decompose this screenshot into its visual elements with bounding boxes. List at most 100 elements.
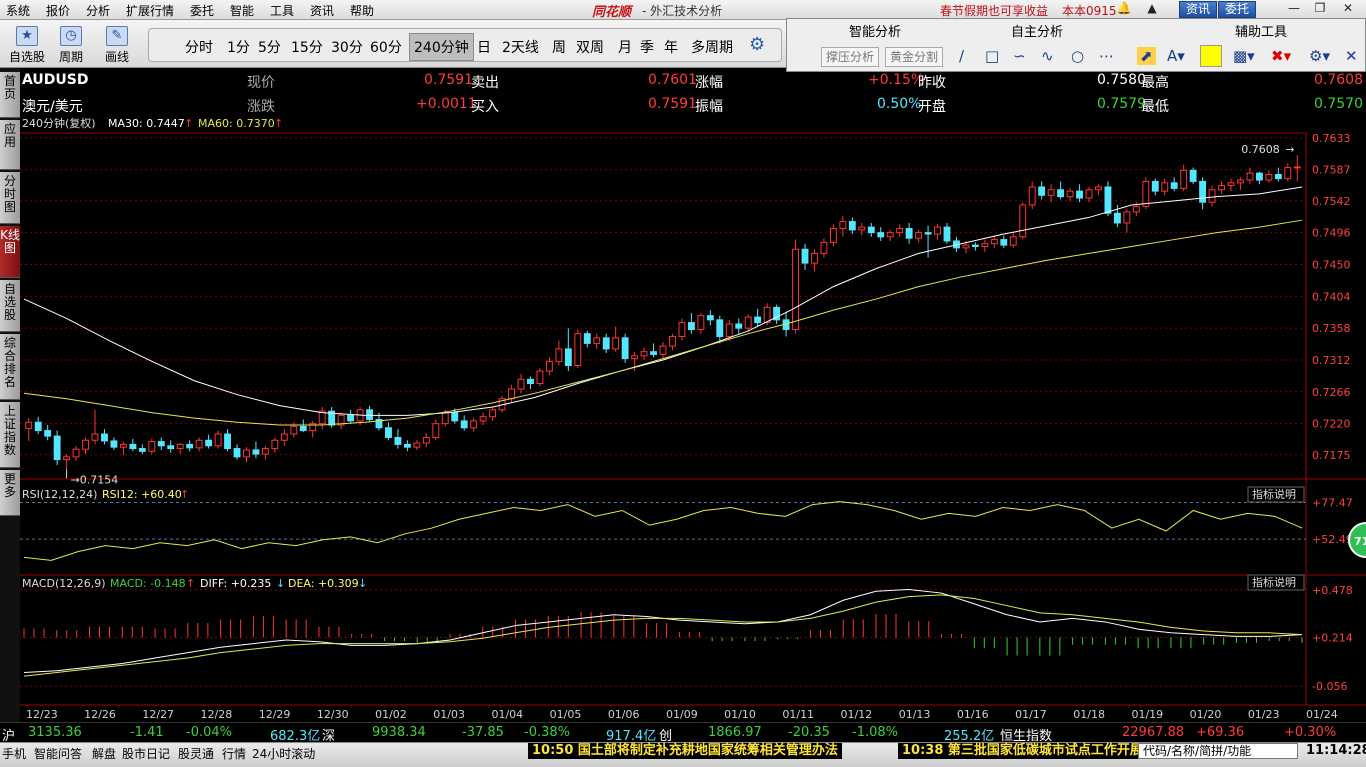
analysis-link[interactable]: 解盘 [92,745,116,762]
quote-header: AUDUSD 澳元/美元 现价 0.7591 卖出 0.7601 涨幅 +0.1… [20,72,1366,118]
analysis-panel: 智能分析 自主分析 辅助工具 撑压分析 黄金分割 ∕ □ ∽ ∿ ○ ⋯ ⬈ A… [786,18,1366,72]
settings-gear-icon[interactable]: ⚙ [749,34,765,55]
period-240m[interactable]: 240分钟 [409,33,474,61]
period-2day[interactable]: 2天线 [502,37,539,57]
candle-body [687,322,695,331]
more-tools-icon[interactable]: ⋯ [1099,47,1114,65]
menu-news[interactable]: 资讯 [310,2,334,19]
golden-section-button[interactable]: 黄金分割 [885,47,944,67]
value-sell: 0.7601 [648,72,697,88]
candle-body [53,435,61,461]
menu-trade[interactable]: 委托 [190,2,214,19]
candle-body [1218,185,1225,191]
candle-body [1019,204,1027,238]
macd-title: MACD(12,26,9) [22,577,106,590]
tab-timeshare[interactable]: 分时图 [0,172,20,224]
draw-button[interactable]: ✎ 画线 [96,23,138,65]
restore-icon[interactable]: ❐ [1310,1,1330,18]
bell-icon[interactable]: 🔔 [1114,1,1134,18]
menu-extended[interactable]: 扩展行情 [126,2,174,19]
price-tick-label: 0.7450 [1312,258,1351,271]
delete-icon[interactable]: ✖▾ [1271,47,1291,65]
date-tick-label: 01/13 [899,708,931,721]
period-5m[interactable]: 5分 [258,37,281,57]
candle-body [792,248,799,331]
period-year[interactable]: 年 [664,37,678,57]
pressure-analysis-button[interactable]: 撑压分析 [821,47,880,67]
menu-quote[interactable]: 报价 [46,2,70,19]
tab-home[interactable]: 首页 [0,72,20,118]
promo-link[interactable]: 春节假期也可享收益 [940,2,1048,19]
candle-body [858,226,866,231]
news-button[interactable]: 资讯 [1179,1,1218,18]
kline-chart-area[interactable]: 0.7608 → →0.7154 0.7633 0.7587 0.7542 0.7496 0… [20,117,1366,722]
candle-body [176,443,184,450]
smart-qa-link[interactable]: 智能问答 [34,745,82,762]
ellipse-tool-icon[interactable]: ○ [1071,47,1084,65]
code-search-input[interactable]: 代码/名称/简拼/功能 [1138,743,1298,759]
tab-watchlist[interactable]: 自选股 [0,280,20,332]
menu-bar: 系统 报价 分析 扩展行情 委托 智能 工具 资讯 帮助 同花顺 - 外汇技术分… [0,0,1366,20]
candle-body [811,252,818,264]
menu-smart[interactable]: 智能 [230,2,254,19]
tab-more[interactable]: 更多 [0,470,20,516]
candle-body [536,370,544,385]
quote-link[interactable]: 行情 [222,745,246,762]
period-15m[interactable]: 15分 [291,37,323,57]
tab-kline[interactable]: K线图 [0,226,20,278]
watchlist-button[interactable]: ★ 自选股 [6,23,48,65]
menu-analysis[interactable]: 分析 [86,2,110,19]
tool-settings-icon[interactable]: ⚙▾ [1309,47,1330,65]
period-button[interactable]: ◷ 周期 [50,23,92,65]
close-icon[interactable]: ✕ [1338,1,1358,18]
period-1m[interactable]: 1分 [227,37,250,57]
side-tabs: 首页 应用 分时图 K线图 自选股 综合排名 上证指数 更多 [0,68,20,723]
period-30m[interactable]: 30分 [331,37,363,57]
shirt-icon[interactable]: ▲ [1142,1,1162,18]
tab-apps[interactable]: 应用 [0,120,20,170]
date-tick-label: 01/04 [491,708,523,721]
line-tool-icon[interactable]: ∕ [959,47,964,65]
date-tick-label: 01/19 [1131,708,1163,721]
wave-tool-icon[interactable]: ∿ [1041,47,1054,65]
candle-body [517,378,525,390]
date-tick-label: 12/29 [259,708,291,721]
gulingtong-link[interactable]: 股灵通 [178,745,214,762]
diary-link[interactable]: 股市日记 [122,745,170,762]
tab-sh-index[interactable]: 上证指数 [0,402,20,468]
candle-body [101,433,108,442]
mobile-link[interactable]: 手机 [2,745,26,762]
tab-ranking[interactable]: 综合排名 [0,334,20,400]
period-day[interactable]: 日 [477,37,491,57]
rolling-news-link[interactable]: 24小时滚动 [252,745,315,762]
period-week[interactable]: 周 [552,37,566,57]
menu-help[interactable]: 帮助 [350,2,374,19]
period-2week[interactable]: 双周 [576,37,604,57]
rect-tool-icon[interactable]: □ [985,47,999,65]
eraser-icon[interactable]: ▩▾ [1233,47,1255,65]
period-tick[interactable]: 分时 [185,37,213,57]
candle-body [1180,169,1188,189]
color-picker[interactable] [1200,45,1222,67]
period-quarter[interactable]: 季 [640,37,654,57]
price-tick-label: 0.7358 [1312,322,1351,335]
cursor-icon[interactable]: ⬈ [1137,47,1156,65]
minimize-icon[interactable]: — [1284,1,1304,18]
news-ticker-1[interactable]: 10:50 国土部将制定补充耕地国家统筹相关管理办法 [528,743,842,759]
text-tool-icon[interactable]: A▾ [1167,47,1185,65]
candle-body [1009,236,1017,246]
period-60m[interactable]: 60分 [370,37,402,57]
period-month[interactable]: 月 [618,37,632,57]
candle-body [716,319,724,337]
period-multi[interactable]: 多周期 [691,37,733,57]
candle-body [1132,205,1140,213]
menu-system[interactable]: 系统 [6,2,30,19]
path-tool-icon[interactable]: ∽ [1013,47,1026,65]
menu-tools[interactable]: 工具 [270,2,294,19]
trade-button[interactable]: 委托 [1218,1,1257,18]
candle-body [621,337,629,360]
close-panel-icon[interactable]: ✕ [1345,47,1358,65]
candle-body [460,420,468,429]
label-low: 最低 [1141,99,1169,115]
news-ticker-2[interactable]: 10:38 第三批国家低碳城市试点工作开展 [898,743,1147,759]
